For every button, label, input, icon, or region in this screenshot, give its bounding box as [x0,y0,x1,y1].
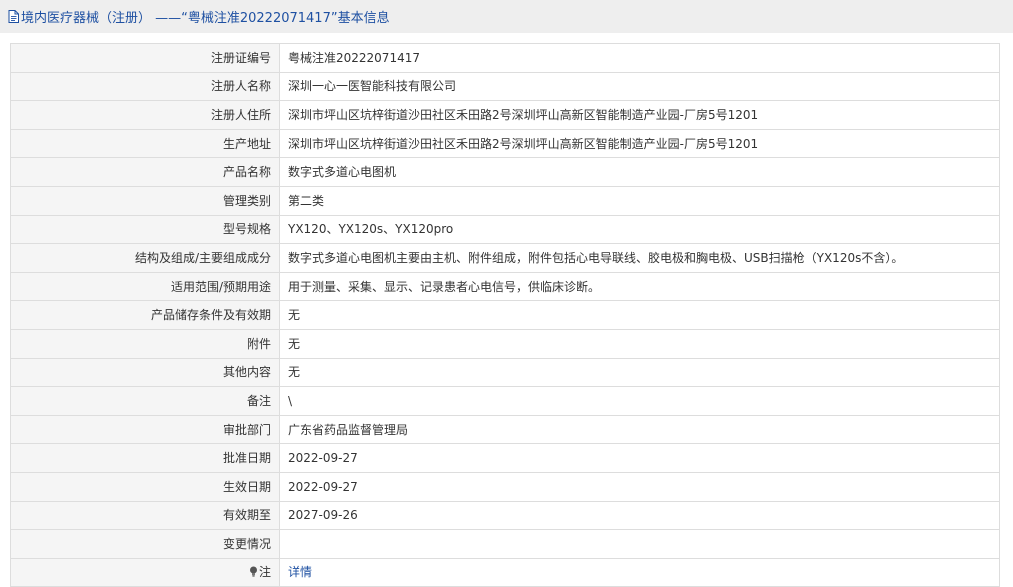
field-label-valid-until: 有效期至 [10,500,280,531]
page-title: 境内医疗器械（注册） ——“粤械注准20222071417”基本信息 [21,11,390,26]
table-row-attachment: 附件无 [10,328,1000,359]
field-value-approval-dept: 广东省药品监督管理局 [279,414,1000,445]
field-value-intended-use: 用于测量、采集、显示、记录患者心电信号，供临床诊断。 [279,271,1000,302]
field-label-product-name: 产品名称 [10,157,280,187]
field-label-note: 注 [10,557,280,587]
table-row-product-name: 产品名称 数字式多道心电图机 [10,157,1000,187]
document-icon [8,10,19,23]
field-label-attachment: 附件 [10,328,280,359]
field-label-management-category: 管理类别 [10,185,280,216]
field-label-intended-use: 适用范围/预期用途 [10,271,280,302]
table-row-change-info: 变更情况 [10,529,1000,559]
table-row-structure-composition: 结构及组成/主要组成成分 数字式多道心电图机主要由主机、附件组成，附件包括心电导联… [10,243,1000,273]
field-label-production-address: 生产地址 [10,128,280,159]
table-row-production-address: 生产地址 深圳市坪山区坑梓街道沙田社区禾田路2号深圳坪山高新区智能制造产业园-厂房… [10,128,1000,159]
table-row-effective-date: 生效日期 2022-09-27 [10,471,1000,502]
table-row-model-spec: 型号规格 YX120、YX120s、YX120pro [10,214,1000,245]
field-label-model-spec: 型号规格 [10,214,280,245]
table-row-registrant-name: 注册人名称 深圳一心一医智能科技有限公司 [10,71,1000,102]
details-link[interactable]: 详情 [288,565,312,579]
field-label-approval-date: 批准日期 [10,443,280,473]
field-value-approval-date: 2022-09-27 [279,443,1000,473]
field-label-approval-dept: 审批部门 [10,414,280,445]
table-row-remarks: 备注 \ [10,386,1000,416]
field-value-change-info [279,529,1000,559]
table-row-valid-until: 有效期至 2027-09-26 [10,500,1000,531]
device-info-table: 注册证编号 粤械注准20222071417 注册人名称 深圳一心一医智能科技有限公司注… [10,43,1000,587]
field-label-remarks: 备注 [10,386,280,416]
device-info-rows: 注册证编号 粤械注准20222071417 注册人名称 深圳一心一医智能科技有限公司注… [10,43,1000,559]
field-label-effective-date: 生效日期 [10,471,280,502]
table-row-note: 注 详情 [10,557,1000,587]
field-value-model-spec: YX120、YX120s、YX120pro [279,214,1000,245]
field-value-registration-number: 粤械注准20222071417 [279,43,1000,73]
field-value-product-name: 数字式多道心电图机 [279,157,1000,187]
field-label-registrant-address: 注册人住所 [10,100,280,130]
field-value-storage-validity: 无 [279,300,1000,330]
lightbulb-icon [249,566,257,578]
field-label-change-info: 变更情况 [10,529,280,559]
field-label-registrant-name: 注册人名称 [10,71,280,102]
field-value-other-content: 无 [279,357,1000,388]
field-label-structure-composition: 结构及组成/主要组成成分 [10,243,280,273]
note-label: 注 [258,565,271,580]
table-row-registration-number: 注册证编号 粤械注准20222071417 [10,43,1000,73]
field-value-registrant-name: 深圳一心一医智能科技有限公司 [279,71,1000,102]
field-label-storage-validity: 产品储存条件及有效期 [10,300,280,330]
field-value-effective-date: 2022-09-27 [279,471,1000,502]
table-row-management-category: 管理类别 第二类 [10,185,1000,216]
table-row-approval-dept: 审批部门 广东省药品监督管理局 [10,414,1000,445]
field-value-valid-until: 2027-09-26 [279,500,1000,531]
field-value-note: 详情 [279,557,1000,587]
table-row-storage-validity: 产品储存条件及有效期无 [10,300,1000,330]
field-value-registrant-address: 深圳市坪山区坑梓街道沙田社区禾田路2号深圳坪山高新区智能制造产业园-厂房5号12… [279,100,1000,130]
field-label-other-content: 其他内容 [10,357,280,388]
table-row-approval-date: 批准日期 2022-09-27 [10,443,1000,473]
field-value-attachment: 无 [279,328,1000,359]
field-label-registration-number: 注册证编号 [10,43,280,73]
page-title-bar: 境内医疗器械（注册） ——“粤械注准20222071417”基本信息 [0,0,1013,33]
field-value-remarks: \ [279,386,1000,416]
table-row-other-content: 其他内容无 [10,357,1000,388]
field-value-structure-composition: 数字式多道心电图机主要由主机、附件组成，附件包括心电导联线、胶电极和胸电极、US… [279,243,1000,273]
table-row-intended-use: 适用范围/预期用途 用于测量、采集、显示、记录患者心电信号，供临床诊断。 [10,271,1000,302]
table-row-registrant-address: 注册人住所 深圳市坪山区坑梓街道沙田社区禾田路2号深圳坪山高新区智能制造产业园-厂… [10,100,1000,130]
field-value-management-category: 第二类 [279,185,1000,216]
field-value-production-address: 深圳市坪山区坑梓街道沙田社区禾田路2号深圳坪山高新区智能制造产业园-厂房5号12… [279,128,1000,159]
